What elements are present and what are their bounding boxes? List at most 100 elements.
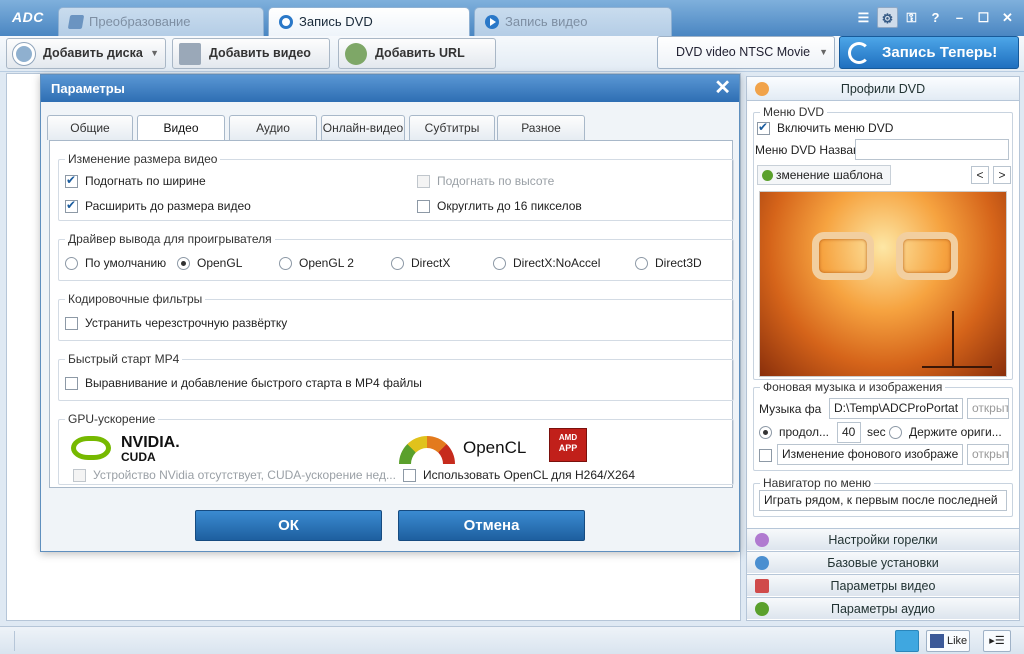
status-divider <box>14 631 15 651</box>
enable-menu-checkbox[interactable] <box>757 120 770 136</box>
menu-name-field[interactable] <box>855 139 1009 160</box>
burn-now-button[interactable]: Запись Теперь! <box>839 36 1019 69</box>
facebook-like-button[interactable]: Like <box>926 630 970 652</box>
tab-video[interactable]: Видео <box>137 115 225 141</box>
tab-misc[interactable]: Разное <box>497 115 585 140</box>
duration-radio[interactable] <box>759 426 772 440</box>
maximize-icon[interactable]: ☐ <box>973 7 994 28</box>
burn-now-label: Запись Теперь! <box>882 44 998 61</box>
change-template-button[interactable]: зменение шаблона <box>757 165 891 185</box>
add-url-button[interactable]: Добавить URL <box>338 38 496 69</box>
tab-subtitles[interactable]: Субтитры <box>409 115 495 140</box>
log-panel-icon[interactable]: ▸☰ <box>983 630 1011 652</box>
basic-settings-section[interactable]: Базовые установки <box>747 551 1019 573</box>
expand-checkbox[interactable] <box>65 198 78 214</box>
fit-height-label: Подогнать по высоте <box>437 174 555 188</box>
dvd-profiles-header[interactable]: Профили DVD <box>747 77 1019 101</box>
mp4-faststart-checkbox[interactable] <box>65 377 78 391</box>
amd-app-logo: AMD APP <box>549 428 587 462</box>
gear-icon[interactable]: ⚙ <box>877 7 898 28</box>
duration-label: продол... <box>779 425 829 439</box>
dvd-menu-group-label: Меню DVD <box>760 105 828 119</box>
music-path-field[interactable]: D:\Temp\ADCProPortat <box>829 398 963 419</box>
open-bg-button[interactable]: открыто <box>967 444 1009 465</box>
edit-icon <box>762 170 773 181</box>
deinterlace-label: Устранить черезстрочную развёртку <box>85 316 288 330</box>
disc-icon <box>279 15 293 29</box>
cuda-wordmark: CUDA <box>121 450 156 464</box>
driver-directx-label: DirectX <box>411 256 451 270</box>
driver-directx-radio[interactable] <box>391 257 404 271</box>
fit-height-row: Подогнать по высоте <box>417 174 555 189</box>
add-video-button[interactable]: Добавить видео <box>172 38 330 69</box>
output-format-select[interactable]: DVD video NTSC Movie ▼ <box>657 36 835 69</box>
add-url-label: Добавить URL <box>375 46 465 60</box>
change-bg-field[interactable]: Изменение фонового изображе <box>777 444 963 465</box>
key-icon[interactable]: ⚿ <box>901 7 922 28</box>
chevron-down-icon[interactable]: ▼ <box>150 39 159 68</box>
dialog-title-text: Параметры <box>51 81 125 96</box>
ok-button[interactable]: ОК <box>195 510 382 541</box>
thumbnail-frame <box>812 232 874 280</box>
keep-original-radio[interactable] <box>889 426 902 440</box>
keep-original-row: Держите ориги... <box>889 425 1002 440</box>
log-icon[interactable]: ☰ <box>853 7 874 28</box>
driver-directx-noaccel-label: DirectX:NoAccel <box>513 256 601 270</box>
gpu-section-title: GPU-ускорение <box>65 412 159 426</box>
open-music-button[interactable]: открыто <box>967 398 1009 419</box>
menu-name-label: Меню DVD Назван <box>755 143 860 157</box>
round16-checkbox[interactable] <box>417 200 430 214</box>
burner-settings-section[interactable]: Настройки горелки <box>747 528 1019 550</box>
driver-opengl2-radio[interactable] <box>279 257 292 271</box>
tab-general[interactable]: Общие <box>47 115 133 140</box>
duration-field[interactable]: 40 <box>837 422 861 443</box>
title-bar: ADC Преобразование Запись DVD Запись вид… <box>0 0 1024 36</box>
cancel-button[interactable]: Отмена <box>398 510 585 541</box>
driver-direct3d-radio[interactable] <box>635 257 648 271</box>
tab-record-video[interactable]: Запись видео <box>474 7 672 36</box>
fit-width-checkbox[interactable] <box>65 173 78 189</box>
convert-icon <box>67 15 85 29</box>
enable-menu-row: Включить меню DVD <box>757 120 893 136</box>
menu-navigator-select[interactable]: Играть рядом, к первым после последней <box>759 490 1007 511</box>
driver-direct3d-row: Direct3D <box>635 256 702 271</box>
facebook-icon <box>930 634 944 648</box>
music-label: Музыка фа <box>759 402 822 416</box>
driver-opengl-radio[interactable] <box>177 257 190 271</box>
menu-template-preview[interactable] <box>759 191 1007 377</box>
fit-height-checkbox[interactable] <box>417 175 430 189</box>
amd-wordmark: AMD <box>558 433 578 442</box>
video-params-section[interactable]: Параметры видео <box>747 574 1019 596</box>
driver-directx-noaccel-radio[interactable] <box>493 257 506 271</box>
tab-online-video[interactable]: Онлайн-видео <box>321 115 405 140</box>
cuda-checkbox[interactable] <box>73 469 86 483</box>
thumbnail-frame <box>896 232 958 280</box>
basic-settings-label: Базовые установки <box>827 556 939 570</box>
twitter-icon[interactable] <box>895 630 919 652</box>
speaker-icon <box>755 602 769 616</box>
template-prev-button[interactable]: < <box>971 166 989 184</box>
cuda-label: Устройство NVidia отсутствует, CUDA-уско… <box>93 468 396 482</box>
driver-default-row: По умолчанию <box>65 256 167 271</box>
audio-params-section[interactable]: Параметры аудио <box>747 597 1019 619</box>
expand-label: Расширить до размера видео <box>85 199 251 213</box>
like-label: Like <box>947 635 968 647</box>
close-icon[interactable]: ✕ <box>997 7 1018 28</box>
driver-default-radio[interactable] <box>65 257 78 271</box>
change-bg-checkbox[interactable] <box>759 449 772 463</box>
help-icon[interactable]: ? <box>925 7 946 28</box>
dialog-title: Параметры ✕ <box>41 75 739 102</box>
settings-icon <box>755 556 769 570</box>
opencl-checkbox[interactable] <box>403 469 416 483</box>
deinterlace-checkbox[interactable] <box>65 317 78 331</box>
close-icon[interactable]: ✕ <box>714 75 731 102</box>
cuda-row: Устройство NVidia отсутствует, CUDA-уско… <box>73 468 396 483</box>
minimize-icon[interactable]: – <box>949 7 970 28</box>
tab-convert[interactable]: Преобразование <box>58 7 264 36</box>
film-icon <box>755 579 769 593</box>
tab-audio[interactable]: Аудио <box>229 115 317 140</box>
template-next-button[interactable]: > <box>993 166 1011 184</box>
driver-default-label: По умолчанию <box>85 256 167 270</box>
tab-burn-dvd[interactable]: Запись DVD <box>268 7 470 36</box>
add-disc-button[interactable]: Добавить диска ▼ <box>6 38 166 69</box>
